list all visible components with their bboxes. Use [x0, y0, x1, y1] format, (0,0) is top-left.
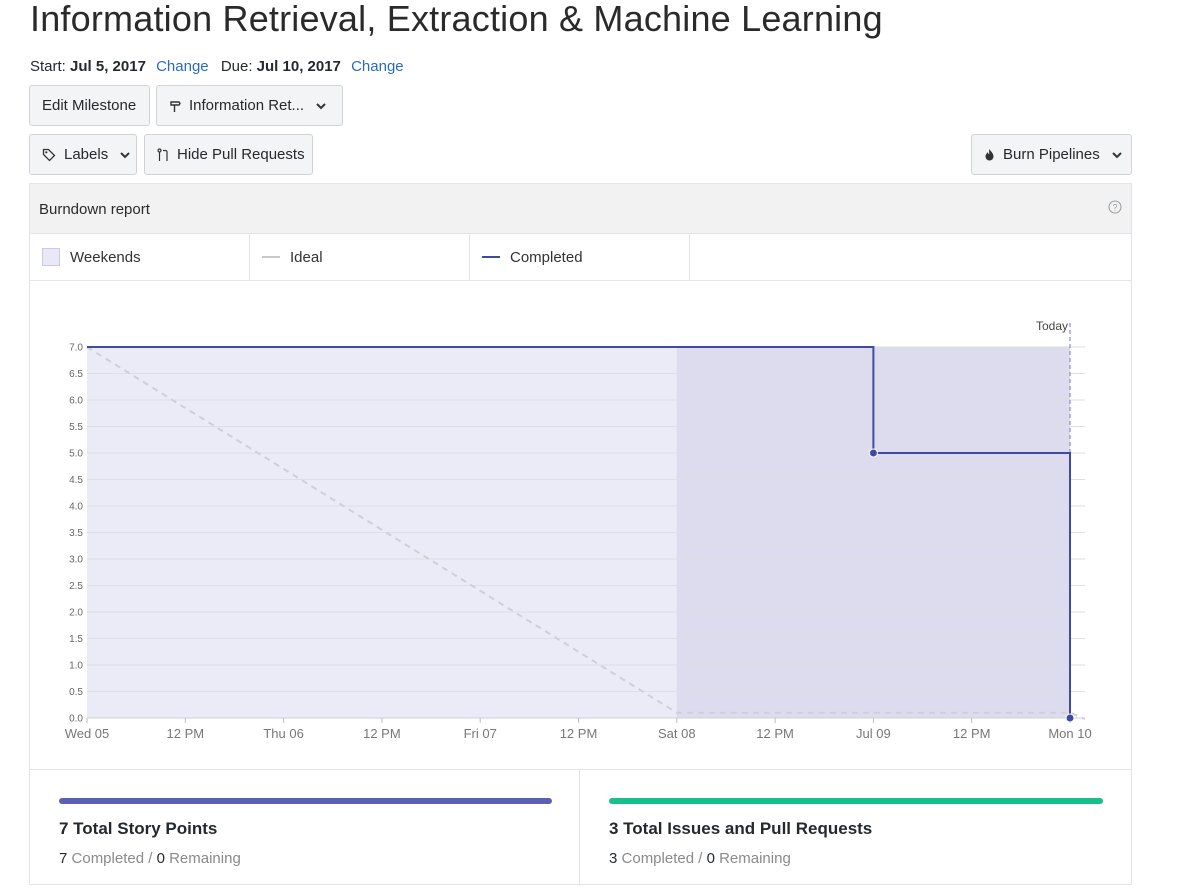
- x-tick-label: 12 PM: [167, 726, 205, 741]
- burndown-chart: 0.0 0.5 1.0 1.5 2.0 2.5 3.0 3.5 4.0 4.5 5.0 5.5 6.0 6…: [65, 319, 1092, 741]
- y-tick-label: 5.0: [69, 449, 83, 460]
- completed-swatch: [482, 256, 500, 258]
- flame-icon: [985, 148, 994, 160]
- y-tick-label: 7.0: [69, 343, 83, 354]
- svg-text:?: ?: [1112, 202, 1117, 212]
- milestone-icon: [170, 100, 181, 112]
- today-label: Today: [1036, 319, 1068, 333]
- y-tick-label: 6.0: [69, 396, 83, 407]
- story-points-completed-label: Completed /: [71, 850, 153, 867]
- weekends-swatch: [42, 248, 60, 266]
- x-tick-label: Wed 05: [65, 726, 110, 741]
- y-tick-label: 3.5: [69, 528, 83, 539]
- y-tick-label: 2.5: [69, 581, 83, 592]
- legend-ideal-label: Ideal: [290, 248, 323, 266]
- burn-pipelines-button[interactable]: Burn Pipelines: [971, 134, 1132, 175]
- stats-section: 7 Total Story Points 7 Completed / 0 Rem…: [30, 769, 1131, 886]
- issues-progress-bar: [609, 798, 1103, 804]
- burndown-panel: Burndown report ? Weekends Ideal Complet…: [29, 183, 1132, 886]
- x-tick-label: Jul 09: [856, 726, 891, 741]
- story-points-title: 7 Total Story Points: [59, 819, 218, 838]
- hide-pull-requests-label: Hide Pull Requests: [177, 146, 305, 163]
- chevron-down-icon: [1112, 151, 1122, 158]
- legend-completed[interactable]: Completed: [470, 234, 690, 280]
- story-points-remaining-label: Remaining: [169, 850, 241, 867]
- issues-title: 3 Total Issues and Pull Requests: [609, 819, 873, 838]
- x-tick-label: Sat 08: [658, 726, 696, 741]
- story-points-progress-bar: [59, 798, 552, 804]
- due-date: Jul 10, 2017: [256, 58, 341, 75]
- story-points-completed: 7: [59, 850, 68, 867]
- story-points-card: 7 Total Story Points 7 Completed / 0 Rem…: [30, 770, 580, 886]
- hide-pull-requests-button[interactable]: Hide Pull Requests: [144, 134, 313, 175]
- pull-request-icon: [157, 147, 168, 161]
- panel-title: Burndown report: [39, 201, 150, 218]
- x-tick-label: 12 PM: [363, 726, 401, 741]
- x-tick-label: 12 PM: [756, 726, 794, 741]
- legend-weekends-label: Weekends: [70, 248, 141, 266]
- page-title: Information Retrieval, Extraction & Mach…: [30, 0, 883, 39]
- chevron-down-icon: [316, 102, 326, 109]
- y-tick-label: 0.5: [69, 687, 83, 698]
- issues-completed-label: Completed /: [621, 850, 703, 867]
- x-tick-label: Fri 07: [464, 726, 497, 741]
- x-tick-label: Thu 06: [263, 726, 303, 741]
- change-due-link[interactable]: Change: [351, 58, 404, 75]
- y-tick-label: 3.0: [69, 555, 83, 566]
- y-tick-label: 5.5: [69, 422, 83, 433]
- x-tick-label: Mon 10: [1048, 726, 1091, 741]
- legend-completed-label: Completed: [510, 248, 583, 266]
- ideal-swatch: [262, 256, 280, 258]
- y-tick-label: 1.0: [69, 661, 83, 672]
- x-tick-label: 12 PM: [953, 726, 991, 741]
- start-label: Start:: [30, 58, 66, 75]
- y-tick-label: 0.0: [69, 714, 83, 725]
- story-points-summary: 7 Completed / 0 Remaining: [59, 850, 241, 867]
- issues-remaining: 0: [706, 850, 715, 867]
- chevron-down-icon: [120, 151, 130, 158]
- labels-button[interactable]: Labels: [29, 134, 137, 175]
- y-tick-label: 4.5: [69, 475, 83, 486]
- y-tick-label: 2.0: [69, 608, 83, 619]
- issues-card: 3 Total Issues and Pull Requests 3 Compl…: [581, 770, 1131, 886]
- panel-header: Burndown report ?: [30, 184, 1131, 234]
- legend-weekends[interactable]: Weekends: [30, 234, 250, 280]
- completed-point: [1065, 713, 1075, 723]
- start-date: Jul 5, 2017: [70, 58, 146, 75]
- y-tick-label: 1.5: [69, 634, 83, 645]
- x-tick-label: 12 PM: [560, 726, 598, 741]
- due-label: Due:: [220, 58, 253, 75]
- issues-remaining-label: Remaining: [719, 850, 791, 867]
- tag-icon: [42, 148, 56, 161]
- chart-legend: Weekends Ideal Completed: [30, 234, 1131, 281]
- completed-point: [868, 448, 878, 458]
- milestone-select[interactable]: Information Ret...: [156, 85, 343, 126]
- change-start-link[interactable]: Change: [156, 58, 209, 75]
- issues-completed: 3: [609, 850, 618, 867]
- story-points-remaining: 0: [156, 850, 165, 867]
- y-tick-label: 6.5: [69, 369, 83, 380]
- milestone-dates: Start: Jul 5, 2017 Change Due: Jul 10, 2…: [30, 58, 412, 75]
- milestone-select-label: Information Ret...: [189, 97, 305, 114]
- edit-milestone-button[interactable]: Edit Milestone: [29, 85, 150, 126]
- edit-milestone-label: Edit Milestone: [42, 97, 137, 114]
- labels-label: Labels: [64, 146, 109, 163]
- y-tick-label: 4.0: [69, 502, 83, 513]
- issues-summary: 3 Completed / 0 Remaining: [609, 850, 791, 867]
- legend-ideal[interactable]: Ideal: [250, 234, 470, 280]
- help-icon[interactable]: ?: [1108, 200, 1122, 214]
- burn-pipelines-label: Burn Pipelines: [1003, 146, 1100, 163]
